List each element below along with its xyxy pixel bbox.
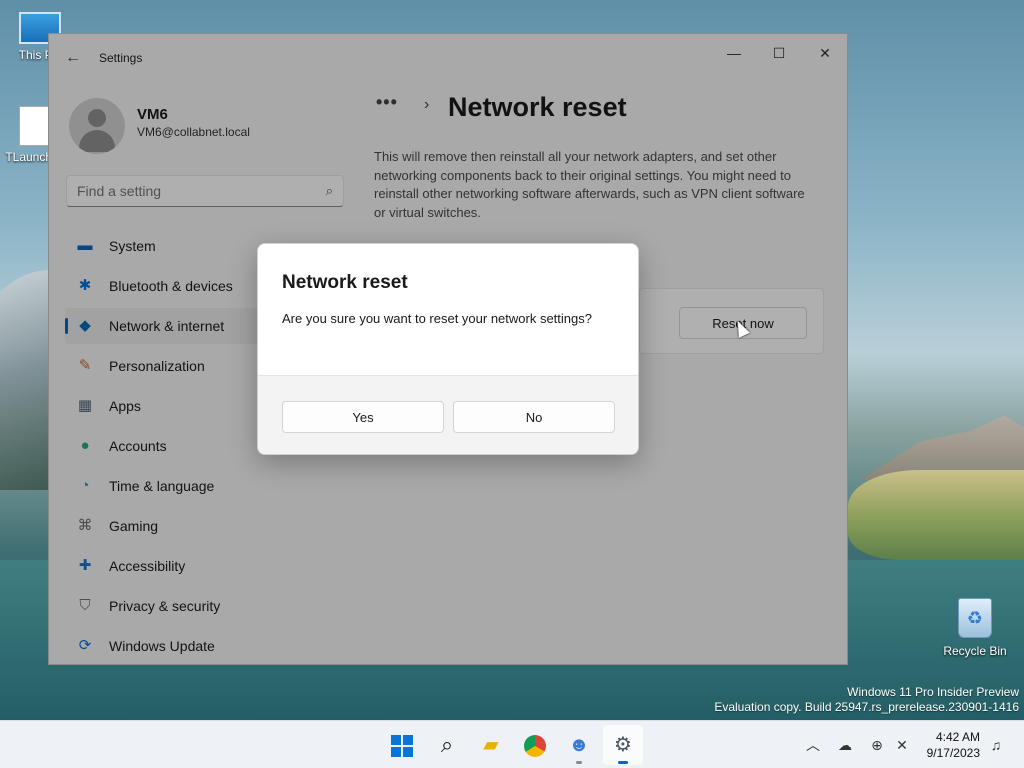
file-shortcut-icon [19,106,49,146]
chrome-icon [524,734,546,757]
taskbar-settings[interactable]: ⚙ [603,725,643,765]
taskbar-communication-app[interactable]: ☻ [559,725,599,765]
dialog-message: Are you sure you want to reset your netw… [282,311,592,326]
dialog-footer: Yes No [258,375,638,454]
network-reset-dialog: Network reset Are you sure you want to r… [257,243,639,455]
no-button[interactable]: No [453,401,615,433]
desktop-icon-label: Recycle Bin [943,644,1007,658]
clock[interactable]: 4:42 AM 9/17/2023 [918,729,980,761]
people-chat-icon: ☻ [568,734,590,756]
taskbar-chrome[interactable] [515,725,555,765]
taskbar: ⌕ ▰ ☻ ⚙ ︿ ☁ ⊕ ✕ 4:42 AM 9/17/2023 ♫ [0,720,1024,768]
globe-icon[interactable]: ⊕ [867,735,887,755]
taskbar-file-explorer[interactable]: ▰ [471,725,511,765]
start-button[interactable] [382,725,422,765]
desktop-icon-recycle-bin[interactable]: ♻ Recycle Bin [939,598,1011,658]
evaluation-watermark: Windows 11 Pro Insider Preview Evaluatio… [714,685,1019,715]
yes-button[interactable]: Yes [282,401,444,433]
volume-muted-icon[interactable]: ✕ [892,735,912,755]
dialog-title: Network reset [282,272,408,293]
taskbar-search-button[interactable]: ⌕ [427,725,467,765]
windows-logo-icon [391,734,413,757]
chevron-up-icon[interactable]: ︿ [803,735,823,755]
clock-date: 9/17/2023 [926,746,980,760]
watermark-line: Windows 11 Pro Insider Preview [847,685,1019,699]
wallpaper-grass [848,470,1024,560]
onedrive-icon[interactable]: ☁ [835,735,855,755]
recycle-bin-icon: ♻ [958,598,992,638]
watermark-line: Evaluation copy. Build 25947.rs_prerelea… [714,700,1019,714]
folder-icon: ▰ [483,734,499,756]
clock-time: 4:42 AM [935,730,980,744]
notification-bell-icon[interactable]: ♫ [986,735,1006,755]
search-icon: ⌕ [440,732,454,757]
gear-icon: ⚙ [614,734,632,756]
